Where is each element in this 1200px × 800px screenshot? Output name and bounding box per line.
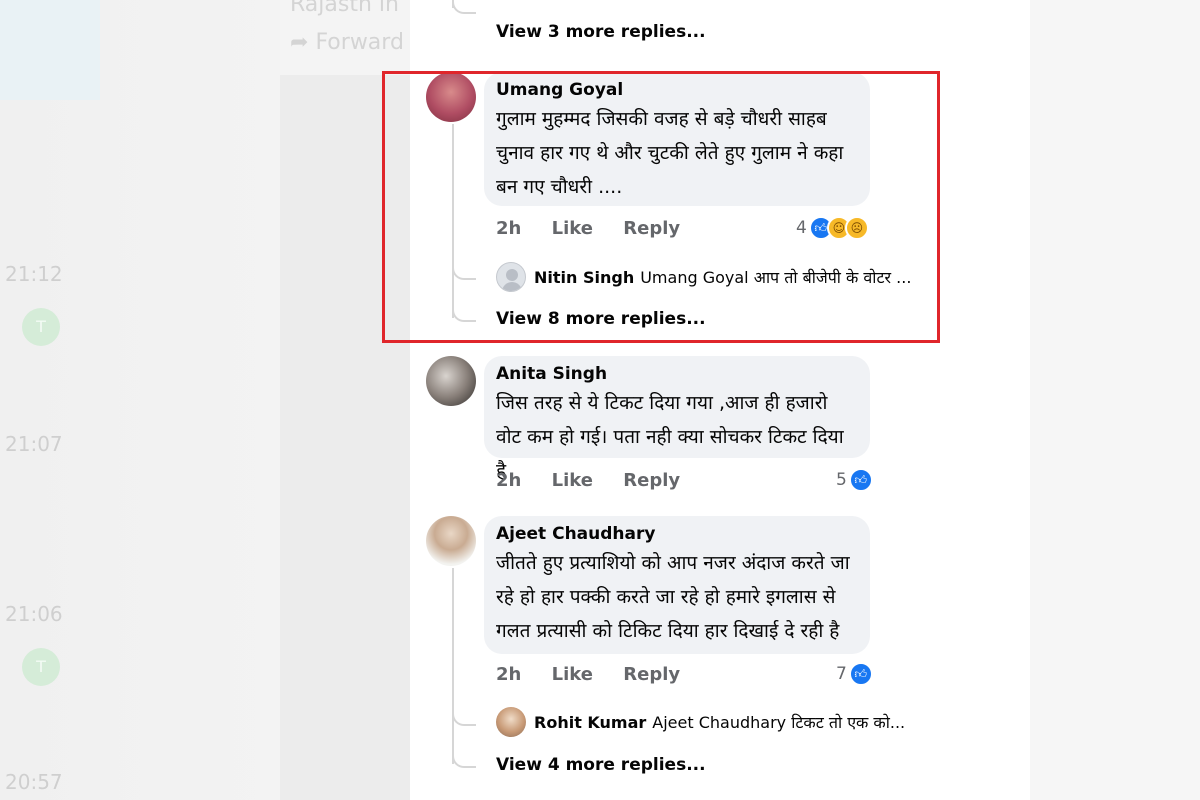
background-time: 21:07 [5, 432, 63, 456]
background-avatar-dot: T [22, 308, 60, 346]
reaction-summary[interactable]: 7 👍︎ [836, 662, 873, 686]
comment-bubble: Anita Singh जिस तरह से ये टिकट दिया गया … [484, 356, 870, 482]
reply-preview[interactable]: Rohit Kumar Ajeet Chaudhary टिकट तो एक क… [496, 707, 905, 737]
reply-text: Ajeet Chaudhary टिकट तो एक को... [652, 713, 906, 732]
comment-bubble: Ajeet Chaudhary जीतते हुए प्रत्याशियो को… [484, 516, 870, 654]
reaction-summary[interactable]: 5 👍︎ [836, 468, 873, 492]
avatar[interactable] [496, 707, 526, 737]
reply-author[interactable]: Rohit Kumar [534, 713, 646, 732]
thumbs-up-icon: 👍︎ [848, 662, 873, 686]
comment-author[interactable]: Ajeet Chaudhary [496, 524, 858, 544]
thread-connector [452, 712, 476, 726]
comment-actions: 2h Like Reply [496, 470, 704, 491]
background-tile [0, 0, 100, 100]
forward-arrow-icon: ➦ [290, 30, 309, 55]
view-more-replies-link[interactable]: View 4 more replies... [496, 755, 706, 775]
view-more-replies-link[interactable]: View 3 more replies... [496, 22, 706, 42]
reply-button[interactable]: Reply [623, 664, 680, 685]
background-right-panel [1030, 0, 1200, 800]
avatar[interactable] [426, 516, 476, 566]
like-button[interactable]: Like [552, 470, 593, 491]
comment-timestamp[interactable]: 2h [496, 470, 521, 491]
reaction-count: 7 [836, 664, 847, 684]
thread-connector [452, 754, 476, 768]
thread-connector [452, 0, 476, 14]
background-partial-text: Rajasth in [290, 0, 399, 17]
avatar[interactable] [426, 356, 476, 406]
comment-author[interactable]: Anita Singh [496, 364, 858, 384]
comment-actions: 2h Like Reply [496, 664, 704, 685]
reaction-count: 5 [836, 470, 847, 490]
thumbs-up-icon: 👍︎ [848, 468, 873, 492]
highlight-box [382, 71, 940, 343]
thread-line [452, 568, 454, 764]
like-button[interactable]: Like [552, 664, 593, 685]
background-time: 20:57 [5, 770, 63, 794]
comment-text: जीतते हुए प्रत्याशियो को आप नजर अंदाज कर… [496, 552, 850, 642]
reply-button[interactable]: Reply [623, 470, 680, 491]
background-forward-label: ➦ Forward [290, 30, 404, 55]
background-time: 21:06 [5, 602, 63, 626]
background-avatar-dot: T [22, 648, 60, 686]
background-time: 21:12 [5, 262, 63, 286]
comment-timestamp[interactable]: 2h [496, 664, 521, 685]
